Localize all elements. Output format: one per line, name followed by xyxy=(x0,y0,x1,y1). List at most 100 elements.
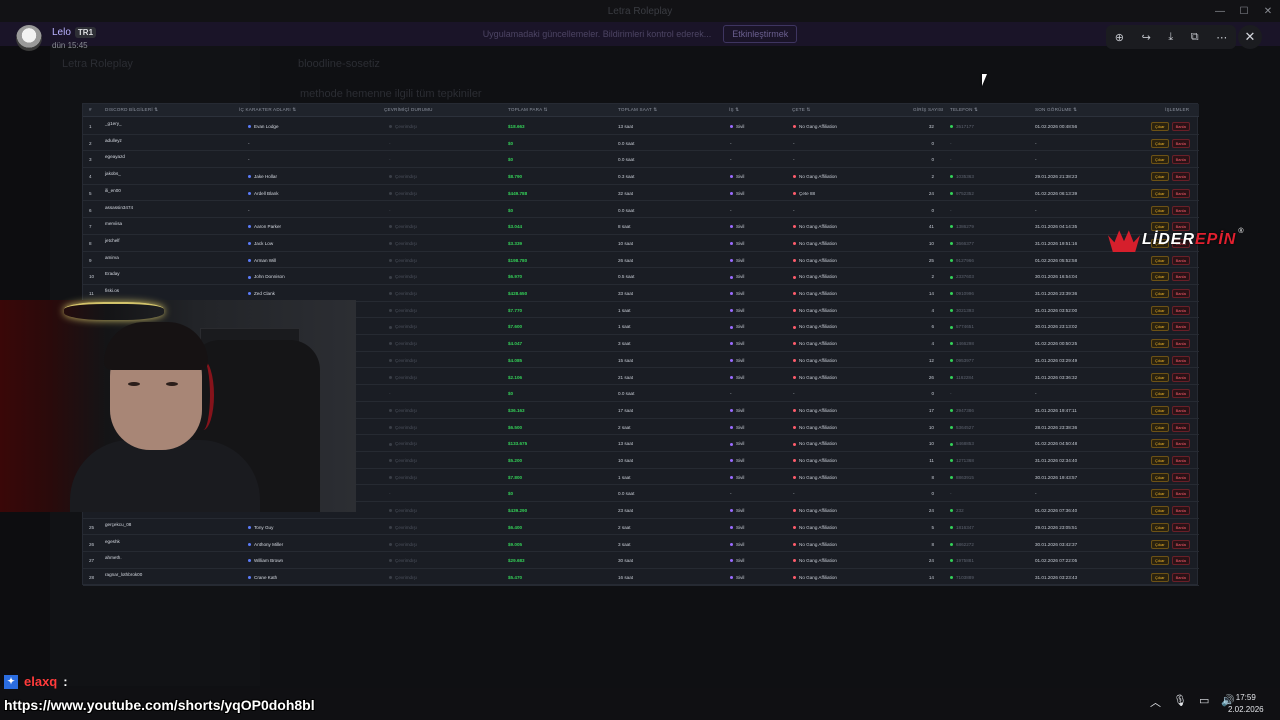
close-icon[interactable]: ✕ xyxy=(1238,25,1262,49)
ban-button[interactable]: Banla xyxy=(1171,572,1190,582)
job-dot-icon xyxy=(730,425,733,429)
character-dot-icon xyxy=(248,125,251,129)
avatar[interactable] xyxy=(16,25,42,51)
kick-button[interactable]: Çıkar xyxy=(1151,472,1169,482)
ban-button[interactable]: Banla xyxy=(1171,138,1190,148)
clock-date: 2.02.2026 xyxy=(1228,705,1264,714)
ban-button[interactable]: Banla xyxy=(1171,305,1190,315)
kick-button[interactable]: Çıkar xyxy=(1151,155,1169,165)
header-hours[interactable]: TOPLAM SAAT ⇅ xyxy=(618,107,657,113)
character-text: Aaron Parker xyxy=(254,224,282,230)
ban-button[interactable]: Banla xyxy=(1171,456,1190,465)
header-job[interactable]: İŞ ⇅ xyxy=(729,107,739,113)
gang-dot-icon xyxy=(793,542,796,546)
gang-text: No Gang Affiliation xyxy=(799,374,837,380)
job: Sivil xyxy=(730,291,744,296)
ban-button[interactable]: Banla xyxy=(1171,255,1190,265)
phone-dot-icon xyxy=(950,258,953,262)
kick-button[interactable]: Çıkar xyxy=(1151,556,1169,566)
header-last-seen[interactable]: SON GÖRÜLME ⇅ xyxy=(1035,107,1077,113)
character-text: - xyxy=(248,207,250,213)
close-window-icon[interactable]: ✕ xyxy=(1256,0,1280,22)
kick-button[interactable]: Çıkar xyxy=(1151,339,1169,349)
ban-button[interactable]: Banla xyxy=(1171,422,1190,432)
open-external-icon[interactable]: ⧉ xyxy=(1191,31,1199,44)
chevron-up-icon[interactable]: ︿ xyxy=(1150,694,1161,710)
phone-text: 1975881 xyxy=(956,558,974,564)
kick-button[interactable]: Çıkar xyxy=(1151,272,1169,282)
ban-button[interactable]: Banla xyxy=(1171,322,1190,332)
ban-button[interactable]: Banla xyxy=(1171,539,1190,549)
ban-button[interactable]: Banla xyxy=(1171,205,1190,215)
phone-dot-icon xyxy=(950,526,953,530)
kick-button[interactable]: Çıkar xyxy=(1151,322,1169,332)
kick-button[interactable]: Çıkar xyxy=(1151,355,1169,365)
header-money[interactable]: TOPLAM PARA ⇅ xyxy=(508,107,548,113)
character-text: Zed Clank xyxy=(254,291,275,296)
network-icon[interactable]: ▭ xyxy=(1199,694,1209,710)
more-icon[interactable]: ⋯ xyxy=(1216,31,1227,44)
ban-button[interactable]: Banla xyxy=(1171,155,1190,165)
ban-button[interactable]: Banla xyxy=(1171,339,1190,349)
ban-button[interactable]: Banla xyxy=(1171,122,1190,131)
header-phone[interactable]: TELEFON ⇅ xyxy=(950,107,978,113)
ban-button[interactable]: Banla xyxy=(1171,439,1190,449)
ban-button[interactable]: Banla xyxy=(1171,372,1190,382)
job-dot-icon xyxy=(730,559,733,563)
kick-button[interactable]: Çıkar xyxy=(1151,172,1169,182)
kick-button[interactable]: Çıkar xyxy=(1151,138,1169,148)
kick-button[interactable]: Çıkar xyxy=(1151,122,1169,131)
zoom-in-icon[interactable]: ⊕ xyxy=(1115,31,1124,44)
ban-button[interactable]: Banla xyxy=(1171,188,1190,198)
kick-button[interactable]: Çıkar xyxy=(1151,389,1169,399)
job-dot-icon xyxy=(730,442,733,446)
total-money: $0 xyxy=(508,491,514,497)
banner-button[interactable]: Etkinleştirmek xyxy=(723,25,798,43)
maximize-icon[interactable]: ☐ xyxy=(1232,0,1256,22)
online-status: Çevrimdışı xyxy=(389,375,417,380)
header-character[interactable]: İÇ KARAKTER ADLARI ⇅ xyxy=(239,107,296,113)
kick-button[interactable]: Çıkar xyxy=(1151,489,1169,499)
kick-button[interactable]: Çıkar xyxy=(1151,522,1169,532)
channel-topic: methode hemenne ilgili tüm tepkiniler xyxy=(300,88,482,100)
kick-button[interactable]: Çıkar xyxy=(1151,506,1169,516)
kick-button[interactable]: Çıkar xyxy=(1151,305,1169,315)
ban-button[interactable]: Banla xyxy=(1171,172,1190,182)
kick-button[interactable]: Çıkar xyxy=(1151,456,1169,465)
gang-dot-icon xyxy=(793,275,796,279)
kick-button[interactable]: Çıkar xyxy=(1151,572,1169,582)
kick-button[interactable]: Çıkar xyxy=(1151,188,1169,198)
ban-button[interactable]: Banla xyxy=(1171,472,1190,482)
kick-button[interactable]: Çıkar xyxy=(1151,405,1169,415)
header-actions: İŞLEMLER xyxy=(1165,107,1190,112)
kick-button[interactable]: Çıkar xyxy=(1151,372,1169,382)
header-discord[interactable]: DISCORD BİLGİLERİ ⇅ xyxy=(105,107,158,113)
download-icon[interactable]: ⤓ xyxy=(1168,31,1173,44)
login-count: 0 xyxy=(931,207,934,213)
forward-icon[interactable]: ↪ xyxy=(1142,31,1151,44)
kick-button[interactable]: Çıkar xyxy=(1151,439,1169,449)
ban-button[interactable]: Banla xyxy=(1171,405,1190,415)
header-gang[interactable]: ÇETE ⇅ xyxy=(792,107,811,113)
crown-icon xyxy=(1108,230,1140,252)
kick-button[interactable]: Çıkar xyxy=(1151,539,1169,549)
row-actions: Çıkar Banla xyxy=(1151,355,1190,365)
ban-button[interactable]: Banla xyxy=(1171,389,1190,399)
ban-button[interactable]: Banla xyxy=(1171,522,1190,532)
kick-button[interactable]: Çıkar xyxy=(1151,422,1169,432)
ban-button[interactable]: Banla xyxy=(1171,556,1190,566)
ban-button[interactable]: Banla xyxy=(1171,489,1190,499)
job: Sivil xyxy=(730,525,744,530)
ban-button[interactable]: Banla xyxy=(1171,506,1190,516)
phone: 3517177 xyxy=(950,124,974,129)
microphone-icon[interactable]: 🎙 xyxy=(1173,694,1187,710)
kick-button[interactable]: Çıkar xyxy=(1151,205,1169,215)
kick-button[interactable]: Çıkar xyxy=(1151,255,1169,265)
gang-dot-icon xyxy=(793,342,796,346)
taskbar-clock[interactable]: 17:59 2.02.2026 xyxy=(1228,692,1264,716)
ban-button[interactable]: Banla xyxy=(1171,272,1190,282)
ban-button[interactable]: Banla xyxy=(1171,289,1190,298)
kick-button[interactable]: Çıkar xyxy=(1151,289,1169,298)
minimize-icon[interactable]: — xyxy=(1208,0,1232,22)
ban-button[interactable]: Banla xyxy=(1171,355,1190,365)
